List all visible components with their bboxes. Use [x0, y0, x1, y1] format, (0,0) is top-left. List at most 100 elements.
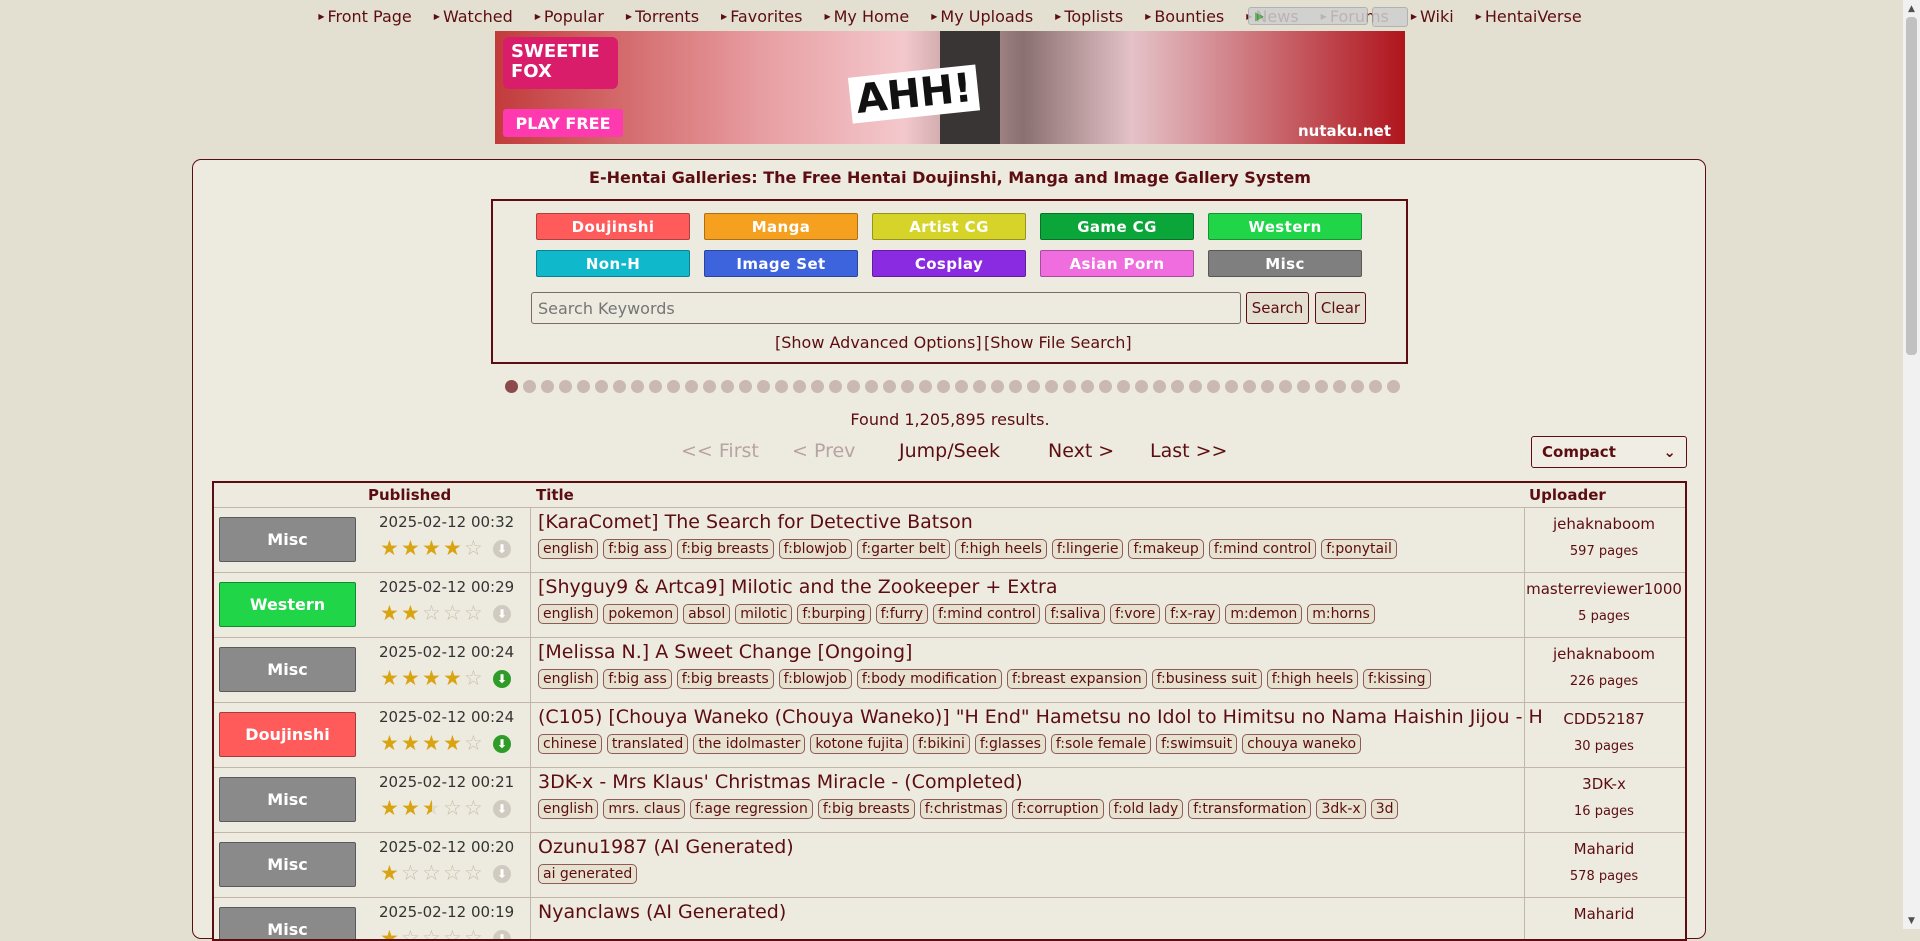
category-button[interactable]: Cosplay	[872, 250, 1026, 277]
tag-chip[interactable]: f:high heels	[1266, 669, 1359, 689]
tag-chip[interactable]: f:big breasts	[676, 539, 774, 559]
tag-chip[interactable]: f:mind control	[1208, 539, 1317, 559]
tag-chip[interactable]: f:big breasts	[676, 669, 774, 689]
table-row[interactable]: Misc 2025-02-12 00:21 ★ ★ ★ ☆ ☆ ⬇ 3DK-x - Mrs Kl…	[214, 767, 1685, 832]
carousel-dot[interactable]	[1009, 380, 1022, 393]
advanced-options-link[interactable]: [Show Advanced Options]	[775, 333, 982, 352]
nav-item[interactable]: ▶ HentaiVerse	[1465, 0, 1593, 32]
page-scrollbar[interactable]: ▲ ▼	[1903, 0, 1920, 929]
search-input[interactable]	[531, 292, 1241, 324]
carousel-dot[interactable]	[883, 380, 896, 393]
category-button[interactable]: Western	[1208, 213, 1362, 240]
tag-chip[interactable]: f:makeup	[1128, 539, 1204, 559]
row-category-badge[interactable]: Western	[219, 582, 356, 627]
tag-chip[interactable]: english	[538, 604, 599, 624]
tag-chip[interactable]: 3dk-x	[1316, 799, 1366, 819]
carousel-dot[interactable]	[955, 380, 968, 393]
tag-chip[interactable]: the idolmaster	[693, 734, 806, 754]
tag-chip[interactable]: f:corruption	[1012, 799, 1104, 819]
gallery-title-link[interactable]: [Melissa N.] A Sweet Change [Ongoing]	[538, 641, 912, 663]
carousel-dot[interactable]	[973, 380, 986, 393]
carousel-dot[interactable]	[1063, 380, 1076, 393]
carousel-dot[interactable]	[631, 380, 644, 393]
carousel-dot[interactable]	[1207, 380, 1220, 393]
carousel-dot[interactable]	[865, 380, 878, 393]
carousel-dot[interactable]	[667, 380, 680, 393]
tag-chip[interactable]: translated	[606, 734, 689, 754]
table-row[interactable]: Doujinshi 2025-02-12 00:24 ★ ★ ★ ★ ☆ ⬇ (C105) [C…	[214, 702, 1685, 767]
category-button[interactable]: Artist CG	[872, 213, 1026, 240]
tag-chip[interactable]: f:big breasts	[817, 799, 915, 819]
row-category-badge[interactable]: Misc	[219, 842, 356, 887]
tag-chip[interactable]: m:horns	[1307, 604, 1375, 624]
tag-chip[interactable]: f:kissing	[1363, 669, 1431, 689]
gallery-title-link[interactable]: 3DK-x - Mrs Klaus' Christmas Miracle - (…	[538, 771, 1023, 793]
carousel-dot[interactable]	[1135, 380, 1148, 393]
tag-chip[interactable]: f:bikini	[913, 734, 970, 754]
category-button[interactable]: Game CG	[1040, 213, 1194, 240]
table-row[interactable]: Western 2025-02-12 00:29 ★ ★ ☆ ☆ ☆ ⬇ [Shyguy9 & …	[214, 572, 1685, 637]
table-row[interactable]: Misc 2025-02-12 00:19 ★ ☆ ☆ ☆ ☆ ⬇ Nyanclaws (AI …	[214, 897, 1685, 939]
carousel-dot[interactable]	[577, 380, 590, 393]
tag-chip[interactable]: f:old lady	[1108, 799, 1184, 819]
tag-chip[interactable]: f:blowjob	[778, 669, 852, 689]
carousel-dot[interactable]	[793, 380, 806, 393]
carousel-dot[interactable]	[505, 380, 518, 393]
carousel-dot[interactable]	[775, 380, 788, 393]
row-category-badge[interactable]: Misc	[219, 517, 356, 562]
carousel-dot[interactable]	[1117, 380, 1130, 393]
search-button[interactable]: Search	[1246, 292, 1309, 324]
carousel-dot[interactable]	[1171, 380, 1184, 393]
tag-chip[interactable]: f:big ass	[603, 669, 672, 689]
tag-chip[interactable]: f:breast expansion	[1007, 669, 1147, 689]
tag-chip[interactable]: f:furry	[875, 604, 929, 624]
gallery-title-link[interactable]: Nyanclaws (AI Generated)	[538, 901, 786, 923]
carousel-dot[interactable]	[1261, 380, 1274, 393]
uploader-link[interactable]: Maharid	[1525, 840, 1683, 858]
tag-chip[interactable]: ai generated	[538, 864, 638, 884]
uploader-link[interactable]: jehaknaboom	[1525, 645, 1683, 663]
uploader-link[interactable]: jehaknaboom	[1525, 515, 1683, 533]
row-category-badge[interactable]: Doujinshi	[219, 712, 356, 757]
nav-item[interactable]: ▶ Favorites	[710, 0, 813, 32]
translate-overlay-toggle[interactable]	[1372, 7, 1408, 27]
nav-item[interactable]: ▶ My Uploads	[920, 0, 1044, 32]
torrent-download-icon[interactable]: ⬇	[493, 670, 511, 688]
carousel-dot[interactable]	[523, 380, 536, 393]
tag-chip[interactable]: english	[538, 669, 599, 689]
carousel-dot[interactable]	[1279, 380, 1292, 393]
carousel-dot[interactable]	[1243, 380, 1256, 393]
nav-item[interactable]: ▶ My Home	[813, 0, 920, 32]
tag-chip[interactable]: milotic	[735, 604, 793, 624]
gallery-title-link[interactable]: [Shyguy9 & Artca9] Milotic and the Zooke…	[538, 576, 1057, 598]
category-button[interactable]: Image Set	[704, 250, 858, 277]
file-search-link[interactable]: [Show File Search]	[984, 333, 1132, 352]
nav-item[interactable]: ▶ Toplists	[1044, 0, 1134, 32]
uploader-link[interactable]: Maharid	[1525, 905, 1683, 923]
tag-chip[interactable]: f:vore	[1110, 604, 1161, 624]
last-page-link[interactable]: Last >>	[1150, 440, 1227, 462]
carousel-dot[interactable]	[685, 380, 698, 393]
carousel-dot[interactable]	[829, 380, 842, 393]
carousel-dot[interactable]	[757, 380, 770, 393]
carousel-dot[interactable]	[703, 380, 716, 393]
carousel-dot[interactable]	[1333, 380, 1346, 393]
carousel-dot[interactable]	[1045, 380, 1058, 393]
category-button[interactable]: Misc	[1208, 250, 1362, 277]
tag-chip[interactable]: f:mind control	[933, 604, 1041, 624]
row-category-badge[interactable]: Misc	[219, 907, 356, 939]
tag-chip[interactable]: 3d	[1370, 799, 1399, 819]
row-category-badge[interactable]: Misc	[219, 647, 356, 692]
table-row[interactable]: Misc 2025-02-12 00:32 ★ ★ ★ ★ ☆ ⬇ [KaraComet] Th…	[214, 507, 1685, 572]
tag-chip[interactable]: f:lingerie	[1051, 539, 1124, 559]
carousel-dot[interactable]	[1351, 380, 1364, 393]
jump-seek-link[interactable]: Jump/Seek	[899, 440, 1000, 462]
carousel-dot[interactable]	[1315, 380, 1328, 393]
nav-item[interactable]: ▶ Bounties	[1134, 0, 1235, 32]
carousel-dot[interactable]	[649, 380, 662, 393]
tag-chip[interactable]: english	[538, 539, 599, 559]
carousel-dot[interactable]	[1189, 380, 1202, 393]
uploader-link[interactable]: masterreviewer1000	[1525, 580, 1683, 598]
table-row[interactable]: Misc 2025-02-12 00:20 ★ ☆ ☆ ☆ ☆ ⬇ Ozunu1987 (AI …	[214, 832, 1685, 897]
scroll-up-arrow-icon[interactable]: ▲	[1903, 0, 1920, 17]
